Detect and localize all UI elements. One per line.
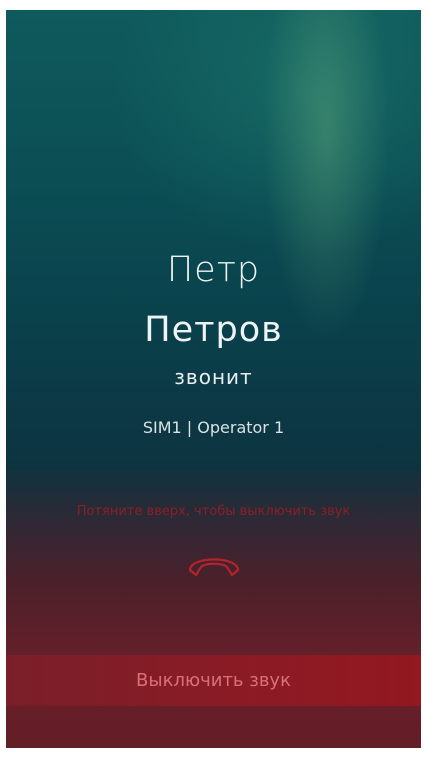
phone-hangup-icon[interactable] [184, 548, 244, 580]
caller-last-name: Петров [144, 310, 283, 350]
mute-button[interactable]: Выключить звук [6, 655, 421, 706]
sim-operator-info: SIM1 | Operator 1 [142, 418, 285, 437]
incoming-call-screen: Петр Петров звонит SIM1 | Operator 1 Пот… [6, 10, 421, 748]
caller-first-name: Петр [166, 250, 261, 290]
mute-button-label: Выключить звук [136, 670, 291, 691]
swipe-hint: Потяните вверх, чтобы выключить звук [76, 504, 351, 519]
call-status: звонит [174, 365, 253, 389]
phone-hangup-glyph [188, 558, 240, 577]
